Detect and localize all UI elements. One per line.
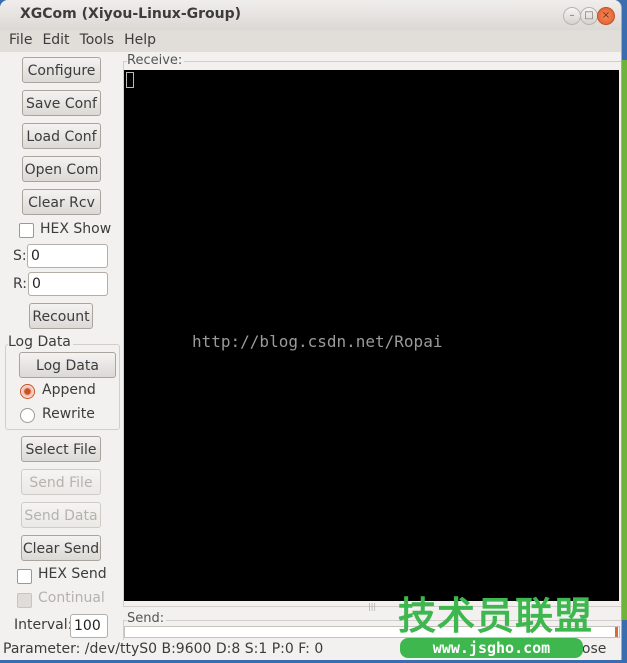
menu-tools[interactable]: Tools (75, 30, 120, 52)
interval-label: Interval: (14, 617, 73, 633)
append-label: Append (42, 382, 96, 398)
blog-watermark: http://blog.csdn.net/Ropai (192, 332, 443, 351)
s-count-field[interactable]: 0 (27, 244, 108, 268)
menu-edit[interactable]: Edit (37, 30, 74, 52)
configure-button[interactable]: Configure (22, 57, 101, 83)
send-scroll-marker (615, 627, 618, 637)
window-title: XGCom (Xiyou-Linux-Group) (20, 6, 242, 22)
send-data-button[interactable]: Send Data (21, 502, 101, 528)
rewrite-radio[interactable] (20, 408, 35, 423)
parameter-status: Parameter: /dev/ttyS0 B:9600 D:8 S:1 P:0… (3, 641, 324, 657)
interval-field[interactable]: 100 (70, 614, 108, 638)
send-file-button[interactable]: Send File (21, 469, 101, 495)
s-count-label: S: (13, 248, 27, 264)
save-conf-button[interactable]: Save Conf (22, 90, 101, 116)
log-data-button[interactable]: Log Data (19, 352, 116, 378)
rewrite-label: Rewrite (42, 406, 95, 422)
send-label: Send: (127, 611, 167, 626)
load-conf-button[interactable]: Load Conf (22, 123, 101, 149)
site-watermark-logo: 技术员联盟 (398, 594, 594, 638)
hex-send-label: HEX Send (38, 566, 107, 582)
continual-checkbox[interactable] (17, 593, 32, 608)
app-window: XGCom (Xiyou-Linux-Group) – □ × File Edi… (0, 0, 622, 660)
hex-send-checkbox[interactable] (17, 569, 32, 584)
text-cursor (126, 72, 134, 88)
clear-send-button[interactable]: Clear Send (21, 535, 101, 561)
hex-show-label: HEX Show (40, 221, 112, 237)
minimize-button[interactable]: – (563, 7, 581, 25)
menu-bar: File Edit Tools Help (0, 30, 621, 52)
open-com-button[interactable]: Open Com (22, 156, 101, 182)
recount-button[interactable]: Recount (29, 303, 93, 329)
receive-label: Receive: (127, 53, 185, 68)
hex-show-checkbox[interactable] (19, 223, 34, 238)
menu-help[interactable]: Help (119, 30, 161, 52)
select-file-button[interactable]: Select File (21, 436, 101, 462)
splitter-handle[interactable]: ||| (368, 602, 376, 611)
log-data-group-title: Log Data (8, 334, 73, 350)
append-radio[interactable] (20, 384, 35, 399)
site-watermark-url: www.jsgho.com (400, 638, 583, 658)
continual-label: Continual (38, 590, 105, 606)
close-button[interactable]: × (597, 7, 615, 25)
title-bar[interactable]: XGCom (Xiyou-Linux-Group) – □ × (0, 0, 621, 30)
maximize-button[interactable]: □ (580, 7, 598, 25)
r-count-label: R: (13, 276, 28, 292)
r-count-field[interactable]: 0 (28, 272, 108, 296)
receive-textarea[interactable]: http://blog.csdn.net/Ropai (124, 70, 619, 601)
clear-rcv-button[interactable]: Clear Rcv (22, 189, 101, 215)
menu-file[interactable]: File (4, 30, 37, 52)
